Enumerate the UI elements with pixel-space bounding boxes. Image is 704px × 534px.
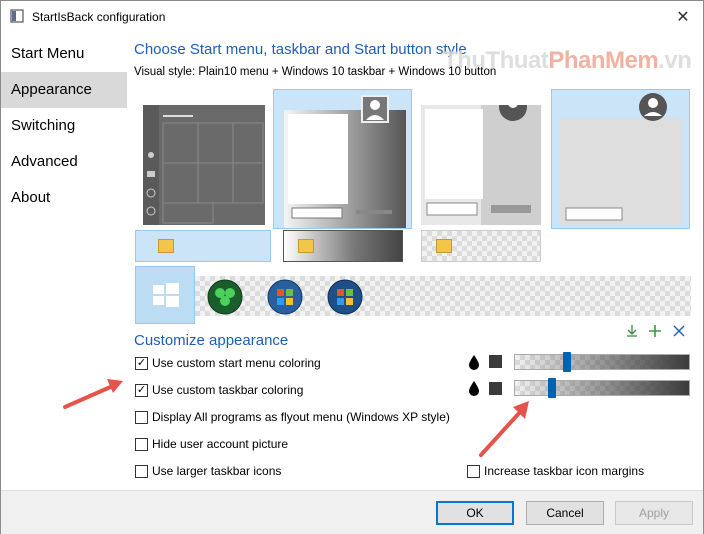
start-button-win10[interactable] — [135, 266, 195, 324]
checkbox[interactable]: ✓ — [135, 383, 148, 397]
taskbar-thumb-2[interactable] — [283, 230, 403, 262]
close-window-button[interactable]: ✕ — [663, 1, 703, 32]
style-thumb-plain10[interactable] — [143, 105, 265, 225]
title-bar: StartIsBack configuration ✕ — [1, 1, 703, 32]
start-button-win7[interactable] — [266, 278, 304, 316]
checkbox[interactable] — [135, 464, 148, 478]
sidebar-item-switching[interactable]: Switching — [1, 108, 127, 144]
option-increase-icon-margins[interactable]: Increase taskbar icon margins — [467, 462, 644, 480]
opacity-slider-start-menu[interactable] — [514, 354, 690, 370]
clover-logo-icon — [207, 279, 243, 315]
visual-style-label: Visual style: Plain10 menu + Windows 10 … — [134, 66, 497, 78]
ok-button[interactable]: OK — [436, 501, 514, 525]
cancel-button[interactable]: Cancel — [526, 501, 604, 525]
start-button-clover[interactable] — [206, 278, 244, 316]
color-swatch[interactable] — [489, 382, 502, 395]
option-larger-taskbar-icons[interactable]: Use larger taskbar icons — [135, 462, 281, 480]
drop-icon — [469, 355, 479, 370]
win7-preview — [284, 95, 406, 228]
taskbar-thumb-3[interactable] — [421, 230, 541, 262]
option-flyout-all-programs[interactable]: Display All programs as flyout menu (Win… — [135, 408, 450, 426]
start-button-win8[interactable] — [326, 278, 364, 316]
slider-thumb[interactable] — [547, 378, 556, 398]
taskbar-thumb-1[interactable] — [135, 230, 271, 262]
sidebar-item-appearance[interactable]: Appearance — [1, 72, 127, 108]
sidebar-item-start-menu[interactable]: Start Menu — [1, 36, 127, 72]
checkbox[interactable] — [135, 437, 148, 451]
checkbox[interactable] — [467, 464, 480, 478]
checkbox[interactable] — [135, 410, 148, 424]
color-swatch[interactable] — [489, 355, 502, 368]
win8-preview — [421, 93, 541, 225]
folder-icon — [436, 239, 452, 253]
style-thumb-win10[interactable] — [551, 89, 690, 229]
windows-orb-icon — [327, 279, 363, 315]
sidebar-item-advanced[interactable]: Advanced — [1, 144, 127, 180]
style-heading: Choose Start menu, taskbar and Start but… — [134, 41, 467, 58]
app-icon — [10, 9, 24, 23]
close-icon[interactable] — [672, 324, 686, 338]
drop-icon — [469, 381, 479, 396]
slider-thumb[interactable] — [562, 352, 571, 372]
sidebar: Start Menu Appearance Switching Advanced… — [1, 32, 127, 490]
folder-icon — [158, 239, 174, 253]
style-thumb-win8[interactable] — [421, 93, 541, 225]
option-custom-start-menu-coloring[interactable]: ✓ Use custom start menu coloring — [135, 354, 321, 372]
windows10-logo-icon — [153, 283, 179, 307]
apply-button[interactable]: Apply — [615, 501, 693, 525]
customize-heading: Customize appearance — [134, 332, 289, 349]
appearance-panel: Choose Start menu, taskbar and Start but… — [127, 32, 703, 490]
opacity-slider-taskbar[interactable] — [514, 380, 690, 396]
option-custom-taskbar-coloring[interactable]: ✓ Use custom taskbar coloring — [135, 381, 303, 399]
folder-icon — [298, 239, 314, 253]
plain10-preview — [143, 105, 265, 225]
windows7-orb-icon — [267, 279, 303, 315]
plus-icon[interactable] — [648, 324, 662, 338]
download-icon[interactable] — [625, 324, 639, 338]
config-window: StartIsBack configuration ✕ Start Menu A… — [0, 0, 704, 534]
checkbox[interactable]: ✓ — [135, 356, 148, 370]
option-hide-account-picture[interactable]: Hide user account picture — [135, 435, 288, 453]
dialog-footer: OK Cancel Apply — [1, 490, 703, 534]
window-title: StartIsBack configuration — [32, 10, 166, 24]
close-icon: ✕ — [676, 8, 690, 26]
style-thumb-win7[interactable] — [273, 89, 412, 229]
win10-preview — [560, 93, 682, 226]
sidebar-item-about[interactable]: About — [1, 180, 127, 216]
